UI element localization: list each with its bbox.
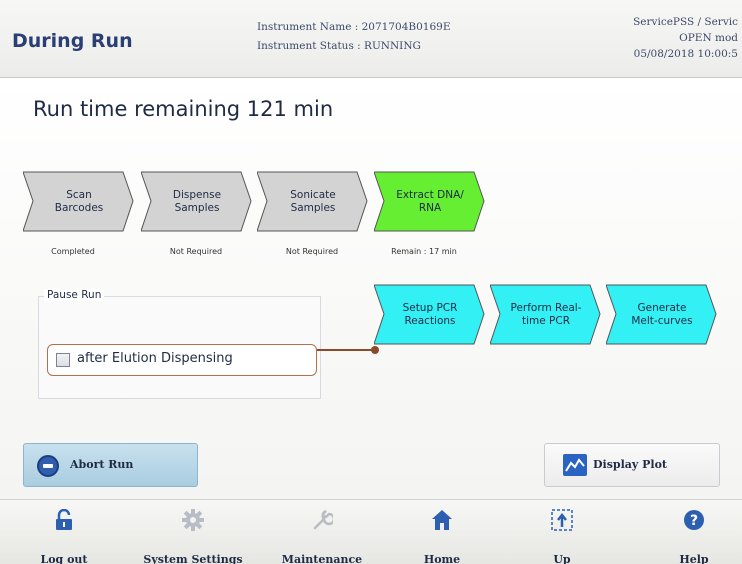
instrument-info: Instrument Name : 2071704B0169E Instrume… (257, 18, 451, 56)
session-info: ServicePSS / Servic OPEN mod 05/08/2018 … (598, 14, 738, 62)
step-status: Remain : 17 min (391, 247, 457, 256)
mode-label: OPEN mod (679, 32, 738, 44)
step-label-line1: Generate (637, 301, 687, 314)
step-dispense-samples: Dispense Samples (141, 171, 253, 232)
maintenance-label: Maintenance (281, 553, 363, 564)
step-status: Not Required (169, 247, 223, 256)
step-label-line2: Samples (290, 201, 336, 214)
logout-button[interactable]: Log out (24, 499, 104, 564)
step-label-line1: Sonicate (290, 188, 336, 201)
display-plot-button[interactable]: Display Plot (544, 443, 720, 487)
svg-text:?: ? (690, 513, 698, 529)
step-extract-dna-rna: Extract DNA/RNA (374, 171, 486, 232)
header-bar: During Run Instrument Name : 2071704B016… (0, 0, 742, 78)
pause-connector-dot (371, 346, 379, 354)
run-time-remaining: Run time remaining 121 min (33, 97, 334, 121)
step-label-line2: Barcodes (54, 201, 104, 214)
chart-icon (563, 454, 587, 476)
instrument-name: Instrument Name : 2071704B0169E (257, 21, 451, 33)
step-label-line2: Reactions (404, 314, 456, 327)
instrument-status: Instrument Status : RUNNING (257, 40, 421, 52)
datetime-label: 05/08/2018 10:00:5 (633, 48, 738, 60)
step-perform-pcr: Perform Real-time PCR (490, 284, 602, 345)
home-label: Home (423, 553, 461, 564)
system-settings-button[interactable]: System Settings (138, 499, 248, 564)
step-status: Completed (51, 247, 95, 256)
step-label-line2: time PCR (521, 314, 570, 327)
step-label-line1: Extract DNA/ (396, 188, 464, 201)
step-label-line2: Samples (174, 201, 220, 214)
page-title: During Run (12, 30, 133, 52)
home-icon (432, 510, 452, 530)
step-label-line2: Melt-curves (631, 314, 693, 327)
display-plot-label: Display Plot (593, 458, 667, 471)
stop-icon (37, 455, 59, 477)
step-setup-pcr: Setup PCR Reactions (374, 284, 486, 345)
abort-run-button[interactable]: Abort Run (23, 443, 198, 487)
step-status: Not Required (285, 247, 339, 256)
step-sonicate-samples: Sonicate Samples (257, 171, 369, 232)
up-button[interactable]: Up (522, 499, 602, 564)
up-icon (551, 509, 573, 531)
gear-icon (182, 509, 204, 531)
pause-run-legend: Pause Run (44, 289, 105, 301)
help-label: Help (679, 553, 709, 564)
elution-checkbox[interactable] (56, 353, 70, 367)
elution-checkbox-label[interactable]: after Elution Dispensing (77, 351, 233, 366)
step-melt-curves: Generate Melt-curves (606, 284, 718, 345)
step-label-line1: Perform Real- (510, 301, 582, 314)
wrench-icon (313, 509, 333, 530)
help-button[interactable]: ? Help (654, 499, 734, 564)
step-label-line1: Scan (66, 188, 92, 201)
abort-run-label: Abort Run (70, 458, 134, 471)
maintenance-button[interactable]: Maintenance (272, 499, 372, 564)
up-label: Up (553, 553, 571, 564)
elution-pause-option[interactable]: after Elution Dispensing (47, 344, 317, 376)
lock-icon (56, 509, 72, 530)
pause-connector-line (317, 349, 374, 351)
step-label-line1: Dispense (172, 188, 222, 201)
home-button[interactable]: Home (402, 499, 482, 564)
step-label-line1: Setup PCR (402, 301, 458, 314)
logout-label: Log out (40, 553, 88, 564)
system-settings-label: System Settings (143, 553, 243, 564)
user-name: ServicePSS / Servic (633, 16, 738, 28)
step-scan-barcodes: Scan Barcodes (23, 171, 135, 232)
help-icon: ? (684, 510, 704, 530)
step-label-line2: RNA (418, 201, 442, 214)
